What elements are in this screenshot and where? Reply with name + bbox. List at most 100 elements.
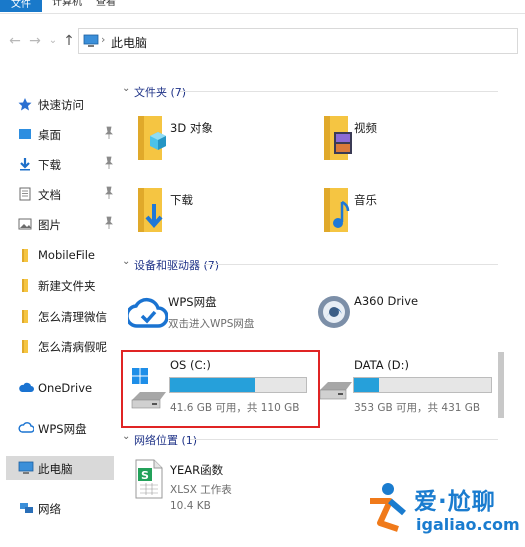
sidebar-item-downloads[interactable]: 下载 (6, 152, 114, 176)
sidebar-item-label: 文档 (38, 188, 61, 202)
back-button[interactable]: ← (8, 34, 22, 48)
computer-icon (18, 461, 34, 474)
network-icon (20, 503, 33, 513)
forward-button[interactable]: → (28, 34, 42, 48)
section-title: 设备和驱动器 (7) (134, 259, 220, 272)
watermark-logo-icon (370, 483, 406, 532)
drive-d[interactable]: DATA (D:) 353 GB 可用，共 431 GB (316, 352, 498, 426)
tab-computer[interactable]: 计算机 (52, 0, 82, 8)
address-bar[interactable]: › 此电脑 (78, 28, 518, 54)
file-size: 10.4 KB (170, 500, 211, 512)
watermark-text: 爱·尬聊 (414, 489, 496, 515)
sidebar-item-leave-folder[interactable]: 怎么清病假呢 (6, 334, 114, 358)
sidebar-item-label: 桌面 (38, 128, 61, 142)
sidebar-item-label: 怎么清理微信 (38, 310, 107, 324)
sidebar-item-new-folder[interactable]: 新建文件夹 (6, 273, 114, 297)
section-header-network[interactable]: ⌄ 网络位置 (1) (118, 430, 498, 448)
section-header-devices[interactable]: ⌄ 设备和驱动器 (7) (118, 255, 498, 273)
sidebar-item-quick-access[interactable]: 快速访问 (6, 92, 114, 116)
cloud-icon (19, 382, 34, 392)
highlight-box (121, 350, 320, 428)
sidebar-item-wps-drive[interactable]: WPS网盘 (6, 416, 114, 440)
watermark: 爱·尬聊 igaliao.com (360, 475, 525, 547)
pin-icon[interactable] (104, 156, 114, 170)
folder-name: 视频 (354, 121, 377, 135)
sidebar-item-onedrive[interactable]: OneDrive (6, 376, 114, 400)
sidebar-item-label: 此电脑 (38, 462, 73, 476)
pin-icon[interactable] (104, 216, 114, 230)
folder-music[interactable]: 音乐 (320, 186, 490, 246)
computer-icon (83, 34, 99, 47)
section-divider (190, 439, 498, 440)
a360-drive-icon (318, 296, 350, 328)
pin-icon[interactable] (104, 186, 114, 200)
folder-downloads[interactable]: 下载 (134, 186, 314, 246)
hard-drive-icon (319, 382, 352, 400)
section-divider (180, 91, 498, 92)
downloads-folder-icon (138, 188, 163, 232)
file-name: YEAR函数 (170, 463, 224, 477)
folder-name: 音乐 (354, 193, 377, 207)
sidebar-item-label: 怎么清病假呢 (38, 340, 107, 354)
desktop-icon (19, 129, 31, 139)
document-icon (19, 187, 31, 201)
network-file-year-function[interactable]: S YEAR函数 XLSX 工作表 10.4 KB (134, 458, 334, 524)
3d-objects-folder-icon (138, 116, 166, 160)
pin-icon[interactable] (104, 126, 114, 140)
picture-icon (18, 218, 32, 230)
sidebar-item-label: MobileFile (38, 248, 95, 262)
tab-file[interactable]: 文件 (0, 0, 42, 12)
device-description: 双击进入WPS网盘 (168, 318, 255, 330)
sidebar-item-label: 下载 (38, 158, 61, 172)
drive-name: DATA (D:) (354, 358, 409, 372)
folder-icon (22, 310, 28, 323)
folder-icon (22, 249, 28, 262)
scrollbar-thumb[interactable] (498, 352, 504, 418)
device-wps-drive[interactable]: WPS网盘 双击进入WPS网盘 (128, 288, 313, 348)
breadcrumb-this-pc[interactable]: 此电脑 (111, 34, 147, 51)
folder-icon (22, 340, 28, 353)
download-icon (20, 158, 30, 171)
folder-icon (22, 279, 28, 292)
device-name: A360 Drive (354, 294, 419, 308)
sidebar-item-label: 图片 (38, 218, 61, 232)
sidebar-item-label: 新建文件夹 (38, 279, 96, 293)
folder-3d-objects[interactable]: 3D 对象 (134, 114, 314, 174)
star-icon (18, 98, 32, 111)
tab-view[interactable]: 查看 (96, 0, 116, 8)
section-header-folders[interactable]: ⌄ 文件夹 (7) (118, 82, 498, 100)
device-a360-drive[interactable]: A360 Drive (314, 288, 499, 348)
drive-usage-fill (354, 378, 379, 392)
sidebar-item-this-pc[interactable]: 此电脑 (6, 456, 114, 480)
recent-locations-button[interactable]: ⌄ (46, 34, 60, 48)
drive-space-info: 353 GB 可用，共 431 GB (354, 402, 481, 414)
wps-cloud-drive-icon (128, 297, 168, 328)
sidebar-item-label: WPS网盘 (38, 422, 87, 436)
sidebar-item-label: OneDrive (38, 381, 93, 395)
sidebar-item-wechat-folder[interactable]: 怎么清理微信 (6, 304, 114, 328)
section-divider (204, 264, 498, 265)
up-button[interactable]: ↑ (62, 34, 76, 48)
folder-name: 下载 (170, 193, 193, 207)
sidebar-item-pictures[interactable]: 图片 (6, 212, 114, 236)
sidebar-item-mobilefile[interactable]: MobileFile (6, 243, 114, 267)
sidebar-item-desktop[interactable]: 桌面 (6, 122, 114, 146)
section-title: 文件夹 (7) (134, 86, 187, 99)
watermark-url: igaliao.com (416, 515, 520, 534)
file-type: XLSX 工作表 (170, 484, 232, 496)
video-folder-icon (324, 116, 352, 160)
section-title: 网络位置 (1) (134, 434, 198, 447)
wps-cloud-icon (18, 422, 34, 433)
chevron-down-icon: ⌄ (122, 83, 131, 94)
drive-usage-bar (353, 377, 492, 393)
folder-videos[interactable]: 视频 (320, 114, 490, 174)
sidebar-item-documents[interactable]: 文档 (6, 182, 114, 206)
sidebar-item-network[interactable]: 网络 (6, 496, 114, 520)
spreadsheet-file-icon: S (135, 459, 163, 499)
folder-name: 3D 对象 (170, 121, 213, 135)
navigation-pane: 快速访问 桌面 下载 文档 图片 MobileFile 新建文件夹 怎么清理微信… (0, 82, 116, 547)
chevron-down-icon: ⌄ (122, 256, 131, 267)
device-name: WPS网盘 (168, 295, 217, 309)
music-folder-icon (324, 188, 350, 232)
sidebar-item-label: 快速访问 (38, 98, 84, 112)
